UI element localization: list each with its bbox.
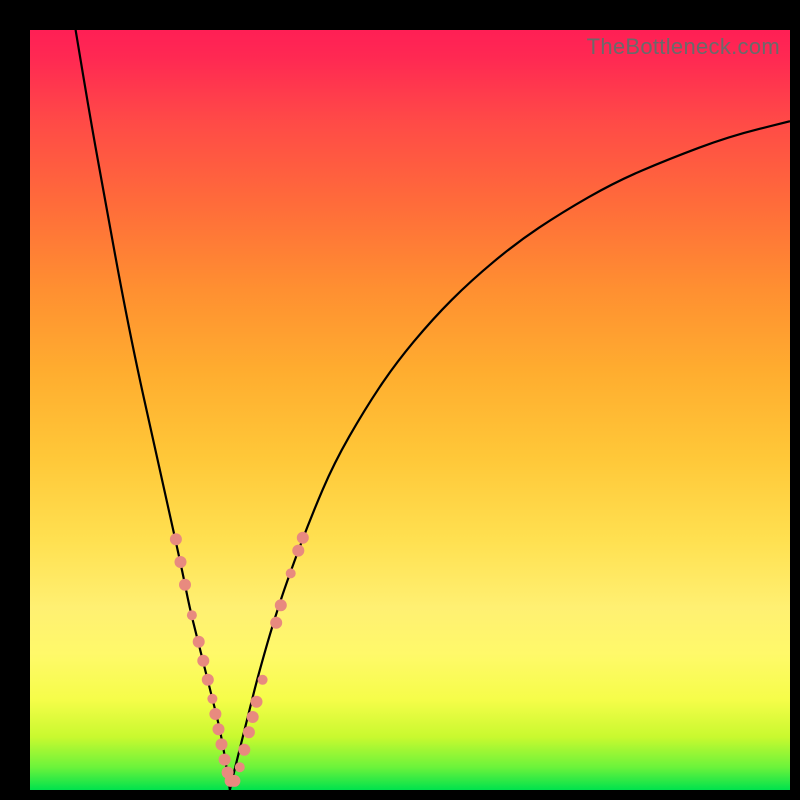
curve-marker xyxy=(202,674,214,686)
curve-marker xyxy=(197,655,209,667)
curve-marker xyxy=(275,599,287,611)
curve-marker xyxy=(207,694,217,704)
curve-marker xyxy=(247,711,259,723)
curve-right xyxy=(230,121,790,790)
curve-marker xyxy=(209,708,221,720)
marker-group xyxy=(170,532,309,787)
curve-marker xyxy=(213,723,225,735)
curve-marker xyxy=(297,532,309,544)
curve-marker xyxy=(219,754,231,766)
curve-marker xyxy=(170,533,182,545)
curve-marker xyxy=(292,545,304,557)
curve-marker xyxy=(175,556,187,568)
curve-marker xyxy=(243,726,255,738)
curve-marker xyxy=(270,617,282,629)
curve-marker xyxy=(193,636,205,648)
chart-frame: TheBottleneck.com xyxy=(0,0,800,800)
chart-plot-area: TheBottleneck.com xyxy=(30,30,790,790)
curve-marker xyxy=(235,762,245,772)
curve-marker xyxy=(216,738,228,750)
curve-marker xyxy=(286,568,296,578)
curve-marker xyxy=(258,675,268,685)
curve-marker xyxy=(187,610,197,620)
curve-marker xyxy=(238,744,250,756)
curve-marker xyxy=(228,775,240,787)
curve-marker xyxy=(179,579,191,591)
curve-marker xyxy=(251,696,263,708)
chart-svg xyxy=(30,30,790,790)
